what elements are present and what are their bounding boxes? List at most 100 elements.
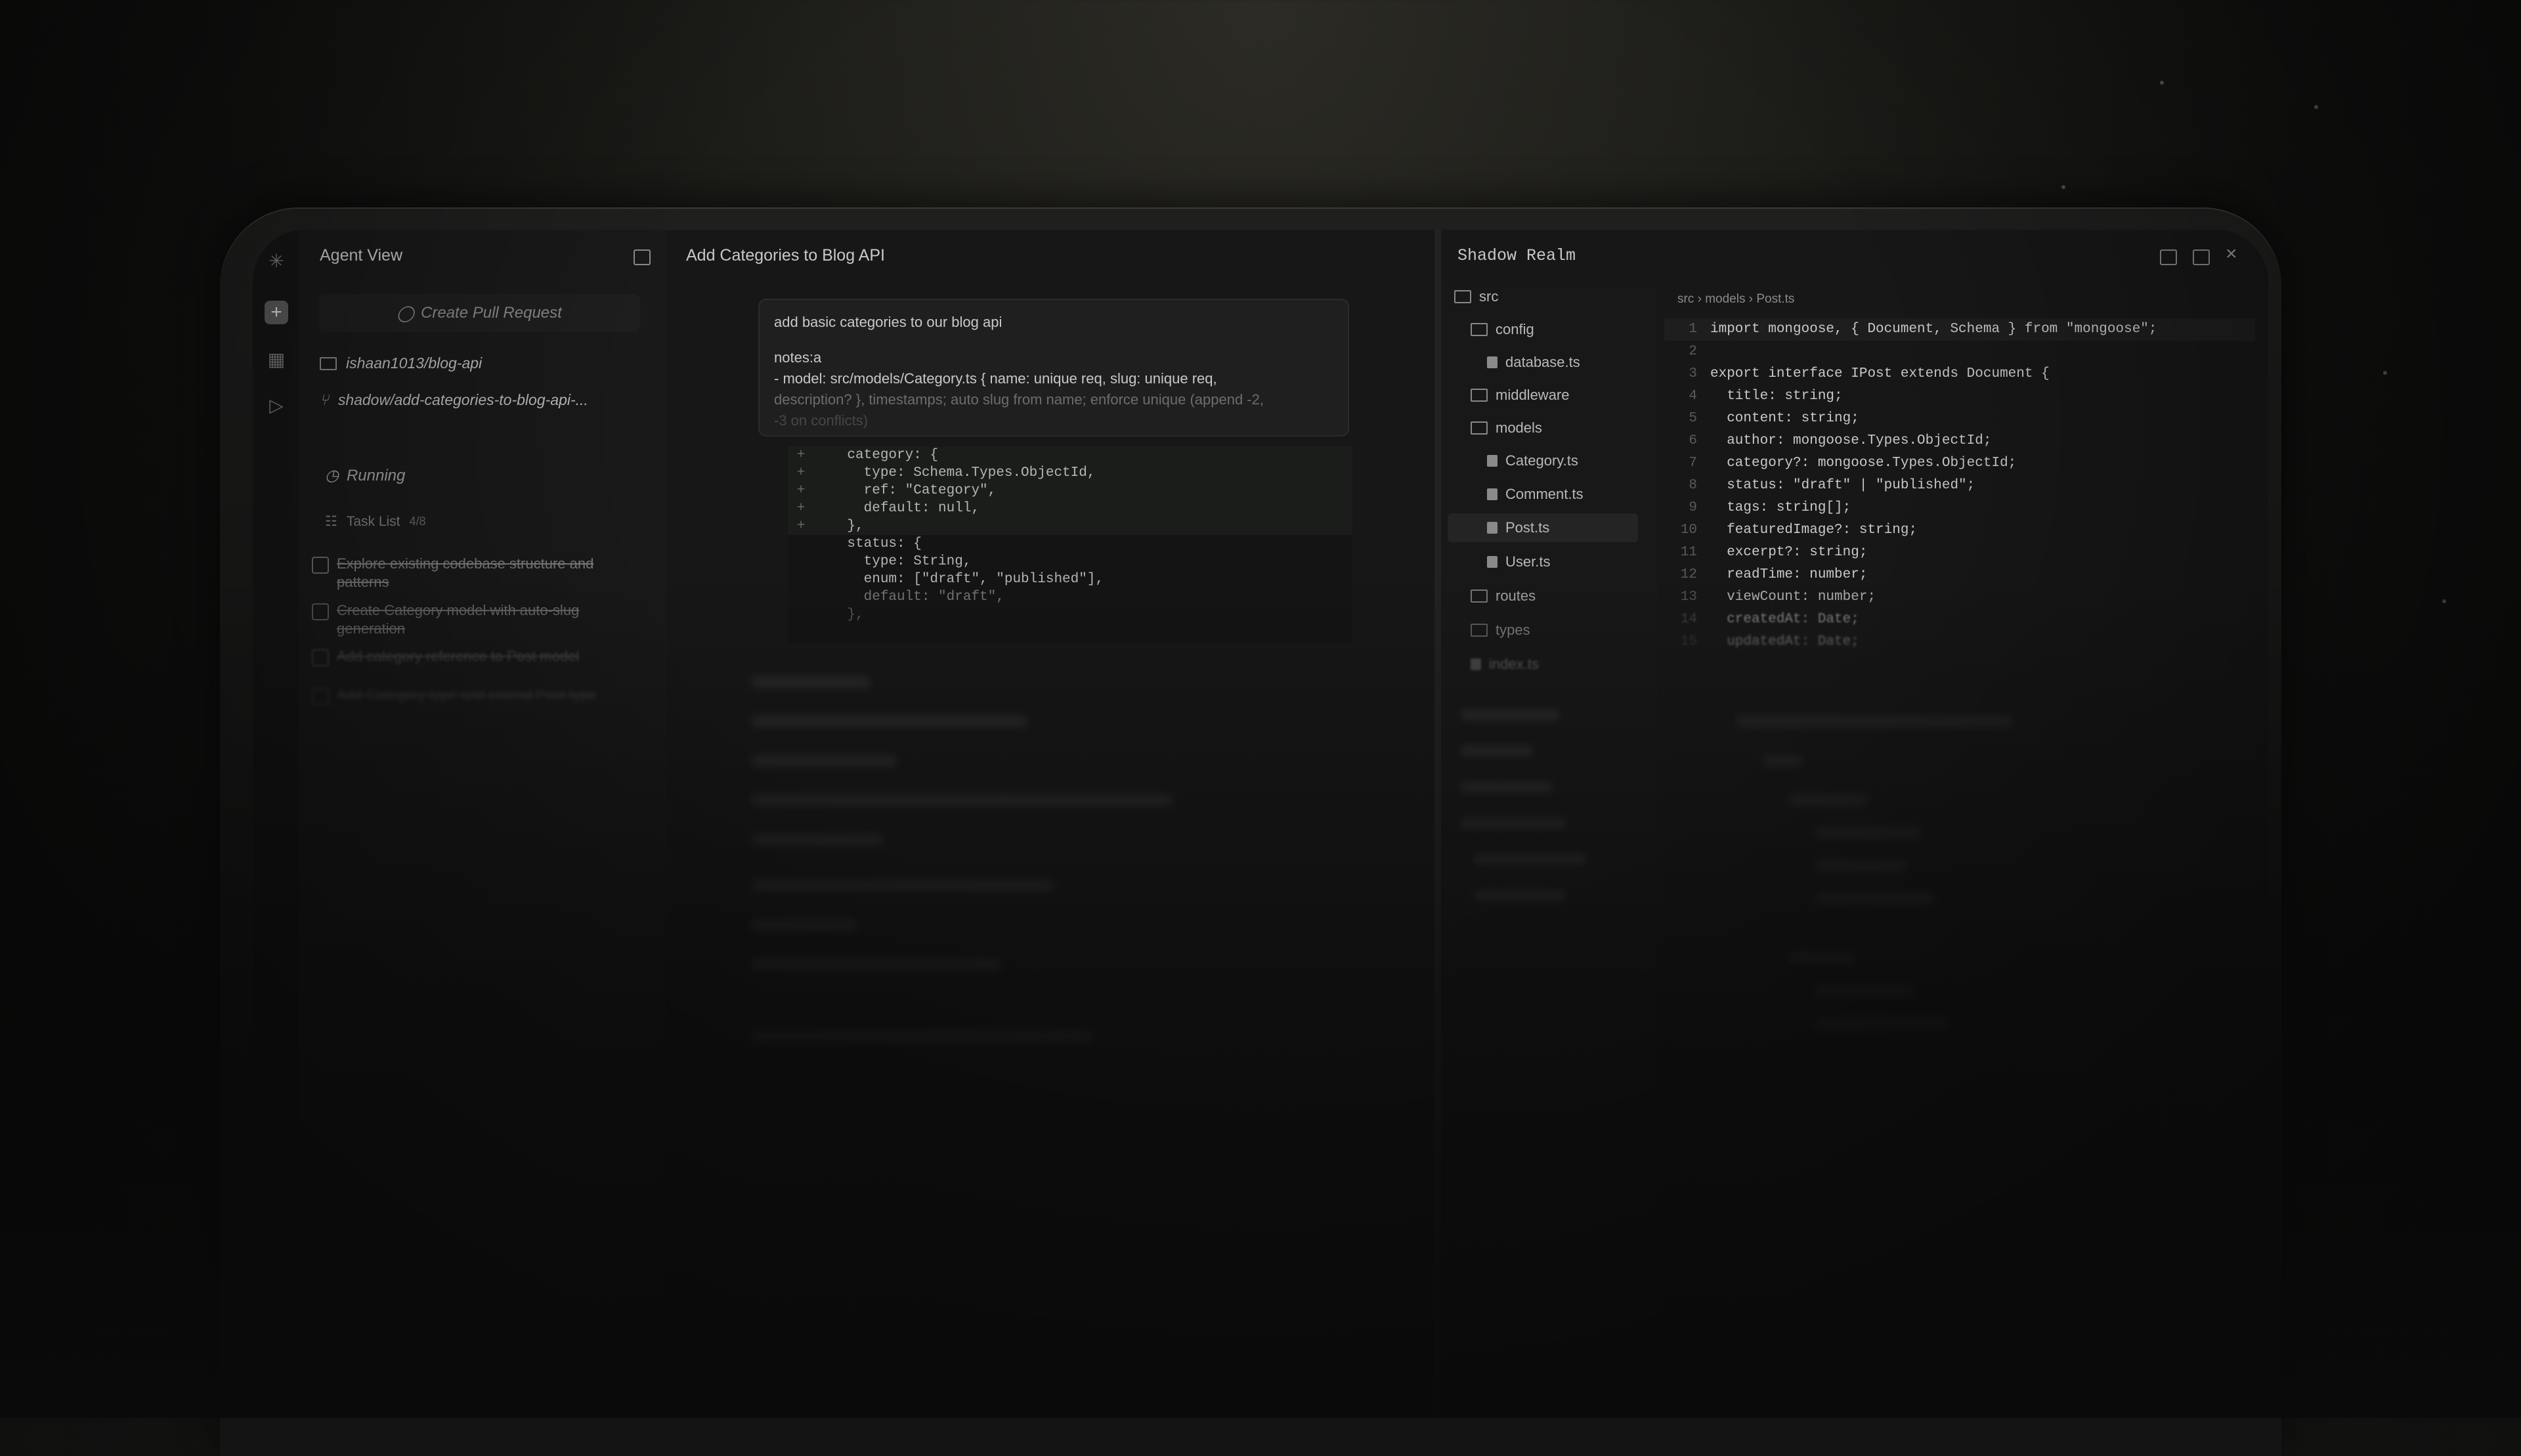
split-bottom-icon[interactable] [2193, 249, 2210, 265]
tree-file-post[interactable]: Post.ts [1448, 513, 1638, 542]
code-text: import mongoose, { Document, Schema } fr… [1710, 322, 2157, 337]
tree-folder-types[interactable]: types [1471, 616, 1530, 645]
panel-divider[interactable] [1434, 230, 1441, 1418]
tree-label: index.ts [1489, 656, 1539, 672]
dust-speck [2442, 599, 2446, 603]
tree-file-user[interactable]: User.ts [1487, 547, 1550, 576]
task-checkbox[interactable] [312, 603, 329, 620]
code-line: 14 createdAt: Date; [1664, 609, 2255, 631]
task-list-header[interactable]: ☷ Task List 4/8 [325, 513, 426, 530]
code-line: 1 import mongoose, { Document, Schema } f… [1664, 318, 2255, 341]
task-checkbox[interactable] [312, 688, 329, 705]
tree-folder-routes[interactable]: routes [1471, 582, 1536, 610]
code-text: readTime: number; [1710, 567, 1868, 582]
logo-icon: ✳ [269, 251, 284, 271]
repo-item[interactable]: ishaan1013/blog-api [320, 354, 482, 372]
code-text: tags: string[]; [1710, 500, 1851, 515]
folder-icon [1471, 624, 1488, 637]
folder-icon [1454, 290, 1471, 303]
new-task-button[interactable]: + [265, 301, 288, 324]
task-text: Add Category type and extend Post type [337, 687, 597, 703]
grid-icon[interactable]: ▦ [265, 348, 288, 372]
create-pr-label: Create Pull Request [421, 304, 562, 322]
run-status: ◷ Running [325, 466, 405, 485]
app-screen: ✳ + ▦ ▷ Agent View ◯ Create Pull Request… [253, 230, 2268, 1418]
diff-line: ref: "Category", [814, 483, 997, 498]
create-pull-request-button[interactable]: ◯ Create Pull Request [318, 294, 640, 332]
message-model-cont2: -3 on conflicts) [774, 412, 869, 429]
task-checkbox[interactable] [312, 649, 329, 666]
dust-speck [2314, 105, 2318, 109]
tree-file-comment[interactable]: Comment.ts [1487, 480, 1584, 509]
code-line: 8 status: "draft" | "published"; [1664, 475, 2255, 497]
file-tree: src config database.ts middleware models… [1441, 282, 1658, 1418]
code-line: 5 content: string; [1664, 408, 2255, 430]
line-number: 12 [1680, 567, 1697, 582]
tree-file-database[interactable]: database.ts [1487, 348, 1580, 377]
tree-folder-middleware[interactable]: middleware [1471, 381, 1570, 410]
line-number: 15 [1680, 634, 1697, 649]
file-icon [1487, 556, 1498, 568]
tree-file-category[interactable]: Category.ts [1487, 446, 1578, 475]
task-title: Add Categories to Blog API [686, 246, 885, 265]
blurred-tree-items [1461, 709, 1658, 1103]
repo-name: ishaan1013/blog-api [346, 354, 483, 372]
diff-line: }, [814, 519, 864, 534]
code-text: viewCount: number; [1710, 589, 1876, 605]
tree-folder-models[interactable]: models [1471, 414, 1542, 442]
line-number: 4 [1689, 389, 1697, 404]
branch-item[interactable]: ⑂ shadow/add-categories-to-blog-api-... [320, 391, 588, 409]
code-line: 12 readTime: number; [1664, 564, 2255, 586]
tree-label: database.ts [1505, 354, 1580, 370]
diff-line: type: Schema.Types.ObjectId, [814, 465, 1096, 481]
blurred-code [1710, 702, 2170, 1162]
tree-label: config [1496, 321, 1534, 337]
play-icon[interactable]: ▷ [265, 394, 288, 418]
code-line: 3 export interface IPost extends Document… [1664, 363, 2255, 385]
task-list-label: Task List [346, 513, 400, 529]
task-item[interactable]: Add Category type and extend Post type [312, 686, 620, 705]
diff-line: status: { [814, 536, 922, 551]
status-label: Running [346, 466, 406, 484]
tree-file-index[interactable]: index.ts [1471, 650, 1539, 679]
tree-label: Post.ts [1505, 519, 1550, 536]
line-number: 14 [1680, 612, 1697, 627]
dust-speck [2383, 371, 2387, 375]
task-checkbox[interactable] [312, 557, 329, 574]
code-text: featuredImage?: string; [1710, 523, 1918, 538]
split-left-icon[interactable] [2160, 249, 2177, 265]
line-number: 7 [1689, 456, 1697, 471]
tree-label: User.ts [1505, 553, 1551, 570]
diff-line: }, [814, 607, 864, 622]
agent-view-title: Agent View [320, 246, 403, 265]
code-line: 2 [1664, 341, 2255, 363]
message-line: add basic categories to our blog api [774, 314, 1002, 330]
task-item[interactable]: Add category reference to Post model [312, 647, 620, 666]
branch-icon: ⑂ [320, 391, 329, 408]
blurred-activity-log [725, 663, 1349, 1221]
code-text: export interface IPost extends Document … [1710, 366, 2050, 381]
github-icon: ◯ [397, 304, 415, 322]
sidebar-toggle-icon[interactable] [634, 249, 651, 265]
tree-label: middleware [1496, 387, 1570, 403]
line-number: 8 [1689, 478, 1697, 493]
tree-label: models [1496, 419, 1542, 436]
file-icon [1487, 522, 1498, 534]
tree-folder-src[interactable]: src [1454, 282, 1498, 311]
code-line: 15 updatedAt: Date; [1664, 631, 2255, 653]
task-count: 4/8 [409, 515, 426, 528]
diff-line: enum: ["draft", "published"], [814, 572, 1104, 587]
tree-folder-config[interactable]: config [1471, 315, 1534, 344]
task-item[interactable]: Explore existing codebase structure and … [312, 555, 620, 591]
code-text: content: string; [1710, 411, 1859, 426]
task-item[interactable]: Create Category model with auto-slug gen… [312, 601, 620, 638]
dust-speck [2160, 81, 2164, 85]
file-icon [1487, 356, 1498, 368]
code-editor[interactable]: 1 import mongoose, { Document, Schema } f… [1664, 318, 2255, 653]
code-text: status: "draft" | "published"; [1710, 478, 1975, 493]
tree-label: routes [1496, 588, 1536, 604]
diff-line: default: "draft", [814, 589, 1004, 605]
message-notes: notes:a [774, 349, 822, 366]
close-icon[interactable]: × [2226, 243, 2237, 265]
line-number: 6 [1689, 433, 1697, 448]
